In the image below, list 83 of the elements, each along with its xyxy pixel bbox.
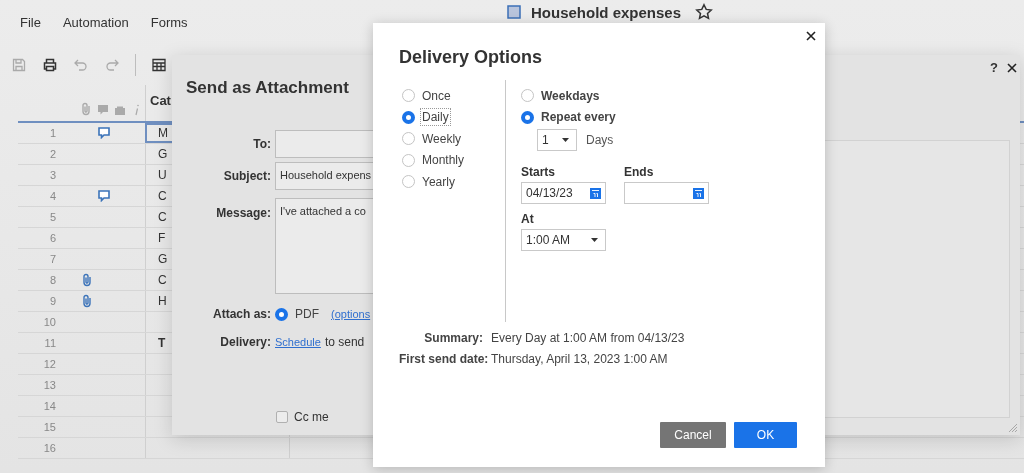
attachment-icon[interactable] <box>81 273 92 287</box>
radio-label: Yearly <box>421 173 456 191</box>
summary-value: Every Day at 1:00 AM from 04/13/23 <box>491 331 686 345</box>
summary-value: Thursday, April 13, 2023 1:00 AM <box>491 352 669 366</box>
row-number: 10 <box>43 316 56 328</box>
row-number: 16 <box>43 442 56 454</box>
row-number: 15 <box>43 421 56 433</box>
radio-label: PDF <box>294 306 320 323</box>
radio-button[interactable] <box>275 307 288 321</box>
attachment-icon <box>81 102 92 116</box>
resize-grip-icon[interactable] <box>1006 421 1018 433</box>
calendar-icon[interactable] <box>693 187 704 199</box>
field-label: Message: <box>215 205 271 220</box>
row-number: 7 <box>49 253 56 265</box>
sheet-icon <box>507 5 521 19</box>
checkbox-label: Cc me <box>294 410 329 424</box>
dialog-title: Delivery Options <box>399 46 544 69</box>
menu-item[interactable]: Forms <box>150 15 188 30</box>
delivery-text: to send <box>324 335 365 349</box>
document-title: Household expenses <box>531 3 682 21</box>
table-icon[interactable] <box>151 57 167 73</box>
row-number: 11 <box>44 337 56 349</box>
radio-button[interactable] <box>402 175 415 189</box>
caret-icon <box>591 238 598 242</box>
radio-button[interactable] <box>402 132 415 146</box>
close-icon[interactable] <box>806 31 816 41</box>
row-number: 13 <box>43 379 56 391</box>
row-number: 8 <box>49 274 56 286</box>
field-label: Starts <box>521 165 556 179</box>
radio-button[interactable] <box>402 110 415 124</box>
card-icon <box>113 106 126 116</box>
row-number: 14 <box>43 400 56 412</box>
help-button[interactable]: ? <box>990 60 998 75</box>
date-field[interactable] <box>624 182 709 204</box>
time-select[interactable]: 1:00 AM <box>521 229 606 251</box>
star-icon[interactable] <box>695 3 714 21</box>
radio-label: Daily <box>420 108 451 127</box>
radio-button[interactable] <box>402 153 415 167</box>
radio-label: Weekdays <box>540 87 601 105</box>
close-icon[interactable] <box>1007 62 1017 73</box>
options-link[interactable]: (options <box>331 308 371 320</box>
dialog-title: Send as Attachment <box>186 77 349 99</box>
row-number: 1 <box>49 127 56 139</box>
interval-select[interactable]: 1 <box>537 129 577 151</box>
summary-label: Summary: <box>423 331 483 345</box>
cancel-button[interactable]: Cancel <box>660 422 726 448</box>
radio-label: Once <box>421 87 452 105</box>
menu-item[interactable]: File <box>20 15 41 30</box>
calendar-icon[interactable] <box>590 187 601 199</box>
date-field[interactable]: 04/13/23 <box>521 182 606 204</box>
schedule-link[interactable]: Schedule <box>275 336 321 348</box>
radio-button[interactable] <box>521 110 534 124</box>
row-number: 12 <box>43 358 56 370</box>
radio-label: Weekly <box>421 130 463 148</box>
radio-button[interactable] <box>521 89 534 103</box>
row-number: 3 <box>49 169 56 181</box>
table-cell[interactable] <box>145 438 290 458</box>
column-header[interactable]: Cat <box>150 93 171 108</box>
printer-icon[interactable] <box>42 57 58 73</box>
comment-icon <box>97 104 110 116</box>
menu-item[interactable]: Automation <box>62 15 129 30</box>
radio-label: Repeat every <box>540 109 617 127</box>
row-number: 9 <box>49 295 56 307</box>
row-number: 5 <box>49 211 56 223</box>
row-number: 4 <box>49 190 56 202</box>
field-label: Delivery: <box>219 335 271 349</box>
field-label: To: <box>252 137 271 151</box>
comment-icon[interactable] <box>97 127 110 139</box>
unit-label: Days <box>586 133 614 147</box>
info-icon <box>133 104 140 116</box>
radio-button[interactable] <box>402 89 415 103</box>
caret-icon <box>562 138 569 142</box>
radio-label: Monthly <box>421 152 466 170</box>
field-label: Ends <box>624 165 655 179</box>
row-number: 2 <box>49 148 56 160</box>
attachment-icon[interactable] <box>81 294 92 308</box>
checkbox[interactable] <box>276 411 288 423</box>
comment-icon[interactable] <box>97 190 110 202</box>
field-label: Attach as: <box>212 307 271 321</box>
row-number: 6 <box>49 232 56 244</box>
field-label: Subject: <box>222 169 271 183</box>
ok-button[interactable]: OK <box>734 422 797 448</box>
field-label: At <box>521 212 535 226</box>
